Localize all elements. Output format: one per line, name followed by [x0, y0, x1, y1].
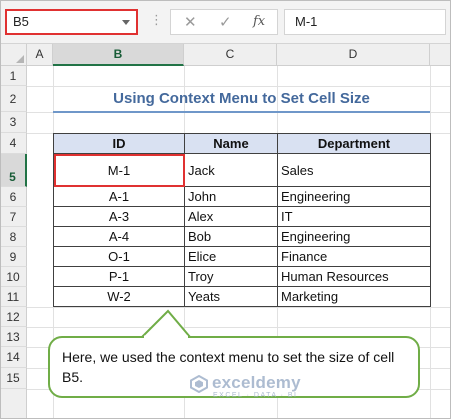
watermark-tagline: EXCEL · DATA · BI	[213, 392, 298, 399]
exceldemy-watermark: exceldemy EXCEL · DATA · BI	[190, 372, 330, 400]
exceldemy-logo-icon	[190, 375, 208, 393]
watermark-name: exceldemy	[212, 373, 301, 392]
callout-pointer-mask	[144, 335, 188, 339]
